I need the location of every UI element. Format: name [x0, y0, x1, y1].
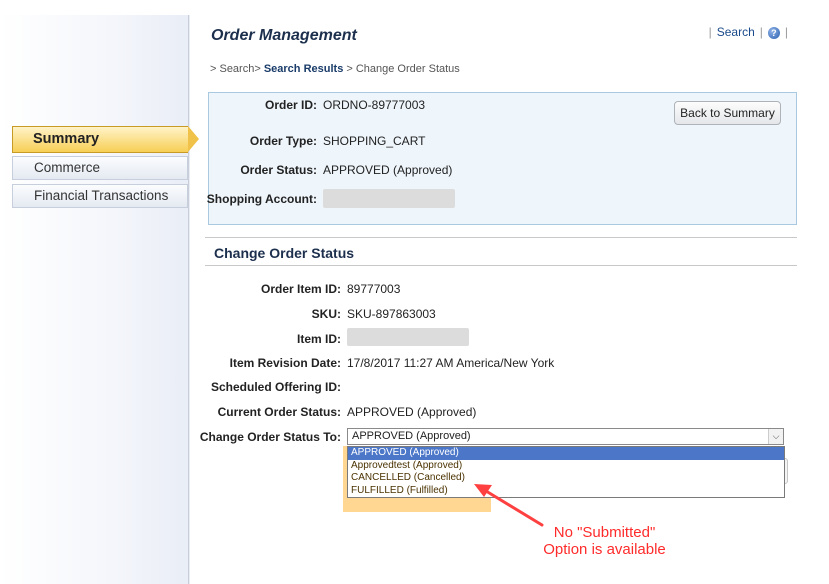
section-title: Change Order Status [214, 245, 355, 261]
breadcrumb: > Search> Search Results > Change Order … [210, 63, 460, 75]
chevron-down-icon[interactable]: ⌵ [768, 429, 783, 444]
sidebar-item-label: Summary [33, 131, 100, 147]
sidebar-item-summary[interactable]: Summary [12, 126, 199, 153]
sku-label: SKU: [311, 307, 341, 321]
shopping-account-label: Shopping Account: [206, 192, 317, 206]
active-tab-arrow [188, 126, 199, 152]
back-to-summary-button[interactable]: Back to Summary [674, 101, 781, 125]
status-select[interactable]: APPROVED (Approved) ⌵ [347, 428, 784, 445]
separator: | [784, 25, 788, 39]
status-option[interactable]: APPROVED (Approved) [348, 447, 784, 460]
order-type-label: Order Type: [249, 134, 317, 148]
order-id-label: Order ID: [264, 98, 317, 112]
redacted-shopping-account [323, 189, 455, 208]
sku-value: SKU-897863003 [347, 307, 436, 321]
order-status-value: APPROVED (Approved) [323, 163, 453, 177]
item-revision-date-label: Item Revision Date: [229, 356, 341, 370]
section-divider-top [205, 237, 797, 238]
question-circle-icon[interactable]: ? [767, 26, 780, 39]
header-links: | Search |? | [704, 25, 793, 39]
section-divider-bottom [205, 265, 797, 266]
order-id-value: ORDNO-89777003 [323, 98, 426, 112]
scheduled-offering-id-label: Scheduled Offering ID: [210, 380, 341, 394]
order-item-id-value: 89777003 [347, 282, 401, 296]
sidebar-item-commerce[interactable]: Commerce [12, 156, 188, 180]
change-status-to-label: Change Order Status To: [199, 430, 341, 444]
breadcrumb-current: > Change Order Status [343, 63, 460, 75]
sidebar-item-financial-transactions[interactable]: Financial Transactions [12, 184, 188, 208]
breadcrumb-search-results[interactable]: Search Results [264, 63, 343, 75]
status-dropdown-list[interactable]: APPROVED (Approved) Approvedtest (Approv… [347, 446, 785, 498]
search-link[interactable]: Search [717, 25, 755, 39]
sidebar-divider [188, 15, 189, 584]
annotation-callout: No "Submitted" Option is available [517, 524, 692, 558]
separator: | [708, 25, 712, 39]
annotation-line-2: Option is available [543, 541, 666, 558]
status-select-value: APPROVED (Approved) [352, 430, 471, 442]
sidebar [0, 15, 190, 584]
item-id-label: Item ID: [296, 332, 341, 346]
annotation-line-1: No "Submitted" [553, 524, 656, 541]
order-status-label: Order Status: [240, 163, 317, 177]
separator: | [759, 25, 763, 39]
page-title: Order Management [211, 27, 357, 44]
breadcrumb-search[interactable]: > Search> [210, 63, 264, 75]
redacted-item-id [347, 328, 469, 346]
order-item-id-label: Order Item ID: [260, 282, 341, 296]
current-order-status-label: Current Order Status: [217, 405, 341, 419]
current-order-status-value: APPROVED (Approved) [347, 405, 477, 419]
status-option[interactable]: Approvedtest (Approved) [348, 460, 489, 473]
order-type-value: SHOPPING_CART [323, 134, 426, 148]
item-revision-date-value: 17/8/2017 11:27 AM America/New York [347, 356, 555, 370]
